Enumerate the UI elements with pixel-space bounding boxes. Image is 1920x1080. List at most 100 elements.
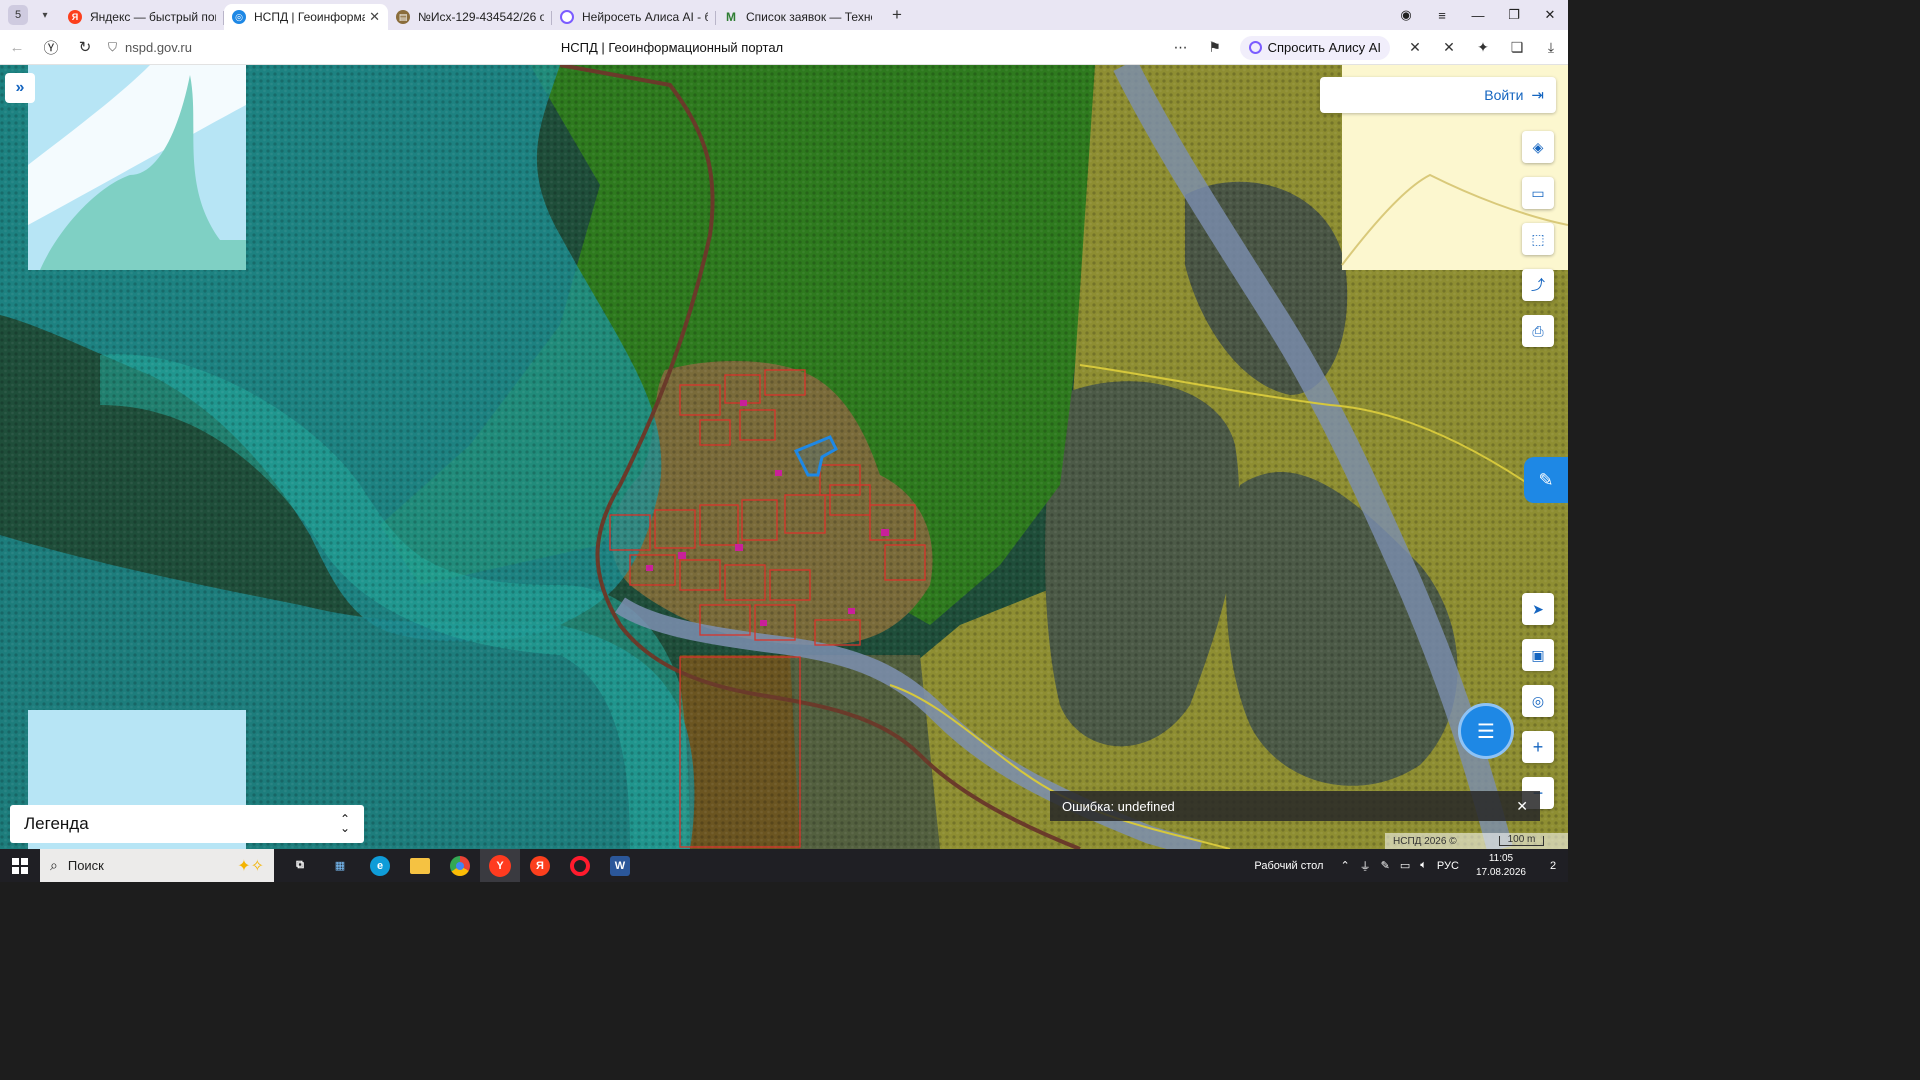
- menu-icon[interactable]: ≡: [1424, 8, 1460, 23]
- login-arrow-icon: ⇥: [1531, 87, 1544, 104]
- scale-label: 100 m: [1507, 834, 1536, 845]
- opera-icon[interactable]: [560, 849, 600, 882]
- tab-alice[interactable]: Нейросеть Алиса AI - бес: [552, 4, 716, 30]
- more-dots-icon[interactable]: ⋯: [1164, 39, 1198, 56]
- login-button[interactable]: Войти ⇥: [1320, 77, 1556, 113]
- reload-icon[interactable]: ↻: [68, 38, 102, 56]
- support-widget-icon[interactable]: ✎: [1524, 457, 1568, 503]
- volume-icon[interactable]: 🔈︎: [1420, 859, 1427, 872]
- address-bar: ← Ⓨ ↻ ⛉ nspd.gov.ru НСПД | Геоинформацио…: [0, 30, 1568, 65]
- taskbar: ⌕ Поиск ✦✧ ⧉ ▦ e Y Я W Рабочий стол ⌃ ⏚ …: [0, 849, 1568, 882]
- taskbar-apps: ⧉ ▦ e Y Я W: [280, 849, 640, 882]
- url-field[interactable]: ⛉ nspd.gov.ru: [108, 40, 368, 55]
- tab-title: НСПД | Геоинформаци: [254, 10, 366, 24]
- taskbar-search[interactable]: ⌕ Поиск ✦✧: [40, 849, 274, 882]
- clock-time: 11:05: [1488, 852, 1514, 864]
- system-tray: Рабочий стол ⌃ ⏚ ✎ ▭ 🔈︎ РУС 11:05 17.08.…: [1254, 849, 1568, 882]
- extension-x2-icon[interactable]: ✕: [1432, 39, 1466, 56]
- error-text: Ошибка: undefined: [1062, 798, 1175, 814]
- share-icon[interactable]: ⤴: [1522, 269, 1554, 301]
- edge-icon[interactable]: e: [360, 849, 400, 882]
- windows-start-icon[interactable]: [0, 849, 40, 882]
- map-viewport[interactable]: » Войти ⇥ ◈ ▭ ⬚ ⤴ ⎙ ✎ ➤ ▣ ◎ + − ☰ Легенд…: [0, 65, 1568, 849]
- extensions-puzzle-icon[interactable]: ✦: [1466, 39, 1500, 56]
- url-text: nspd.gov.ru: [125, 39, 192, 55]
- document-icon: ▤: [396, 10, 410, 24]
- ruler-icon[interactable]: ▭: [1522, 177, 1554, 209]
- tab-document[interactable]: ▤ №Исх-129-434542/26 от: [388, 4, 552, 30]
- attribution-text: НСПД 2026 ©: [1393, 835, 1457, 847]
- toast-close-icon[interactable]: ✕: [1516, 798, 1528, 815]
- minimap-icon[interactable]: ▣: [1522, 639, 1554, 671]
- expand-panel-chevrons-icon[interactable]: »: [5, 73, 35, 103]
- chrome-icon[interactable]: [440, 849, 480, 882]
- task-view-icon[interactable]: ⧉: [280, 849, 320, 882]
- legend-panel[interactable]: Легенда ⌃ ⌄: [10, 805, 364, 843]
- yandex-home-icon[interactable]: Ⓨ: [34, 37, 68, 58]
- tab-nspd[interactable]: ◎ НСПД | Геоинформаци ✕: [224, 4, 388, 30]
- tab-title: Список заявок — ТехноК: [746, 10, 872, 24]
- chat-bubble-icon[interactable]: ☰: [1458, 703, 1514, 759]
- alice-ring-icon: [1248, 41, 1262, 54]
- minimize-icon[interactable]: —: [1460, 8, 1496, 23]
- close-window-icon[interactable]: ✕: [1532, 7, 1568, 23]
- site-shield-icon[interactable]: ⛉: [108, 40, 117, 55]
- nspd-icon: ◎: [232, 10, 246, 24]
- notification-count: 2: [1549, 859, 1557, 872]
- area-select-icon[interactable]: ⬚: [1522, 223, 1554, 255]
- location-search-icon[interactable]: ◎: [1522, 685, 1554, 717]
- clock[interactable]: 11:05 17.08.2026: [1476, 852, 1526, 880]
- usb-icon[interactable]: ⏚: [1360, 858, 1371, 874]
- downloads-icon[interactable]: ⤓: [1534, 39, 1568, 56]
- tab-list-chevron-icon[interactable]: ▾: [34, 4, 56, 26]
- tab-title: Нейросеть Алиса AI - бес: [582, 10, 708, 24]
- expand-updown-icon[interactable]: ⌃ ⌄: [340, 813, 350, 834]
- alice-icon: [560, 10, 574, 24]
- tab-list: Я Яндекс — быстрый поиск ◎ НСПД | Геоинф…: [60, 0, 880, 30]
- restore-icon[interactable]: ❐: [1496, 7, 1532, 23]
- layers-icon[interactable]: ◈: [1522, 131, 1554, 163]
- map-attribution: НСПД 2026 © 100 m: [1385, 833, 1568, 849]
- back-arrow-icon[interactable]: ←: [0, 39, 34, 56]
- address-bar-actions: ⋯ ⚑ Спросить Алису AI ✕ ✕ ✦ ❏ ⤓: [1164, 30, 1568, 65]
- sparkle-icon: ✦✧: [237, 857, 264, 875]
- tray-chevron-icon[interactable]: ⌃: [1340, 859, 1349, 872]
- gmail-icon: M: [726, 10, 736, 24]
- extension-x-icon[interactable]: ✕: [1398, 39, 1432, 56]
- new-tab-plus-icon[interactable]: +: [886, 4, 908, 26]
- word-icon[interactable]: W: [600, 849, 640, 882]
- language-indicator[interactable]: РУС: [1437, 860, 1459, 872]
- browser-tab-strip: 5 ▾ Я Яндекс — быстрый поиск ◎ НСПД | Ге…: [0, 0, 1568, 30]
- satellite-map[interactable]: [0, 65, 1568, 849]
- geolocation-arrow-icon[interactable]: ➤: [1522, 593, 1554, 625]
- notifications-icon[interactable]: 2: [1538, 849, 1568, 882]
- file-explorer-icon[interactable]: [400, 849, 440, 882]
- desktop-label[interactable]: Рабочий стол: [1254, 860, 1323, 872]
- print-icon[interactable]: ⎙: [1522, 315, 1554, 347]
- zoom-in-icon[interactable]: +: [1522, 731, 1554, 763]
- search-label: Поиск: [67, 858, 104, 873]
- tab-close-icon[interactable]: ✕: [369, 9, 380, 25]
- ask-alice-label: Спросить Алису AI: [1267, 40, 1381, 55]
- network-icon[interactable]: ▭: [1400, 859, 1410, 872]
- search-icon: ⌕: [50, 857, 58, 873]
- tab-requests[interactable]: M Список заявок — ТехноК: [716, 4, 880, 30]
- yandex-icon: Я: [68, 10, 82, 24]
- yandex-icon[interactable]: Я: [520, 849, 560, 882]
- yandex-browser-icon[interactable]: Y: [480, 849, 520, 882]
- error-toast: Ошибка: undefined ✕: [1050, 791, 1540, 821]
- tab-counter[interactable]: 5: [8, 5, 28, 25]
- widgets-icon[interactable]: ▦: [320, 849, 360, 882]
- scale-bar: 100 m: [1498, 834, 1545, 846]
- collections-icon[interactable]: ❏: [1500, 39, 1534, 56]
- tab-yandex[interactable]: Я Яндекс — быстрый поиск: [60, 4, 224, 30]
- legend-label: Легенда: [24, 814, 89, 833]
- window-controls: ◉ ≡ — ❐ ✕: [1388, 0, 1568, 30]
- profile-icon[interactable]: ◉: [1388, 7, 1424, 23]
- bookmark-icon[interactable]: ⚑: [1198, 39, 1232, 56]
- tab-title: Яндекс — быстрый поиск: [90, 10, 216, 24]
- ask-alice-button[interactable]: Спросить Алису AI: [1239, 35, 1390, 60]
- tab-title: №Исх-129-434542/26 от: [418, 10, 544, 24]
- screen: 5 ▾ Я Яндекс — быстрый поиск ◎ НСПД | Ге…: [0, 0, 1568, 882]
- ink-icon[interactable]: ✎: [1381, 859, 1390, 872]
